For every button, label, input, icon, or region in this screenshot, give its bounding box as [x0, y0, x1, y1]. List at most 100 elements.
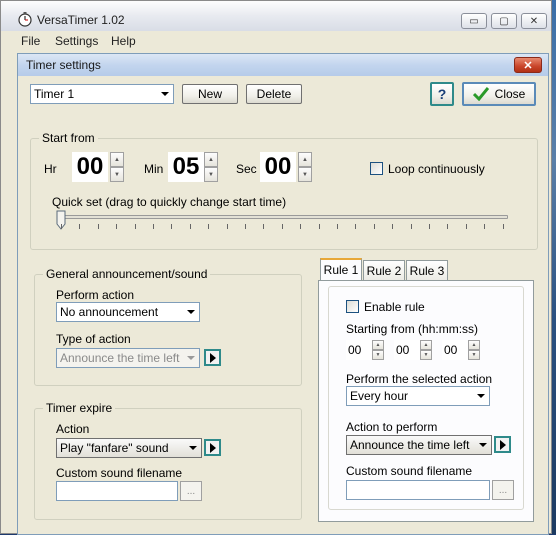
down-arrow-icon[interactable]: ▼ — [298, 167, 312, 182]
slider-tick — [300, 224, 302, 229]
up-arrow-icon[interactable]: ▲ — [204, 152, 218, 167]
slider-tick — [373, 224, 375, 229]
new-button[interactable]: New — [182, 84, 238, 104]
quickset-label: Quick set (drag to quickly change start … — [52, 195, 287, 209]
timer-select-value: Timer 1 — [34, 87, 75, 101]
quickset-track[interactable] — [58, 215, 508, 219]
menu-help[interactable]: Help — [111, 34, 136, 48]
loop-checkbox[interactable] — [370, 162, 383, 175]
enable-rule-checkbox[interactable] — [346, 300, 359, 313]
chevron-down-icon — [161, 92, 169, 96]
rule-hours-field[interactable]: 00 — [346, 340, 372, 360]
expire-action-value: Play "fanfare" sound — [60, 441, 169, 455]
slider-tick — [226, 224, 228, 229]
expire-action-label: Action — [56, 422, 90, 436]
perform-action-label: Perform action — [56, 288, 135, 302]
rule-action-label: Action to perform — [346, 420, 438, 434]
slider-tick — [318, 224, 320, 229]
rule-minutes-field[interactable]: 00 — [394, 340, 420, 360]
up-arrow-icon[interactable]: ▲ — [420, 340, 432, 350]
menu-settings[interactable]: Settings — [55, 34, 98, 48]
type-of-action-select[interactable]: Announce the time left — [56, 348, 200, 368]
enable-rule-label: Enable rule — [364, 300, 425, 314]
rule-seconds-field[interactable]: 00 — [442, 340, 468, 360]
hours-stepper[interactable]: ▲ ▼ — [110, 152, 124, 182]
chevron-down-icon — [479, 443, 487, 447]
rule-play-button[interactable] — [494, 436, 511, 453]
help-button[interactable]: ? — [430, 82, 454, 106]
rule-seconds-stepper[interactable]: ▲ ▼ — [468, 340, 480, 360]
perform-action-value: No announcement — [60, 305, 159, 319]
slider-tick — [410, 224, 412, 229]
menu-file[interactable]: File — [21, 34, 40, 48]
slider-tick — [465, 224, 467, 229]
up-arrow-icon[interactable]: ▲ — [298, 152, 312, 167]
rule-action-select[interactable]: Announce the time left — [346, 435, 492, 455]
down-arrow-icon[interactable]: ▼ — [204, 167, 218, 182]
slider-tick — [447, 224, 449, 229]
rule-browse-button[interactable]: ... — [492, 480, 514, 500]
up-arrow-icon[interactable]: ▲ — [468, 340, 480, 350]
slider-tick — [245, 224, 246, 229]
expire-browse-button[interactable]: ... — [180, 481, 202, 501]
slider-tick — [97, 224, 99, 229]
help-icon: ? — [437, 86, 447, 102]
slider-tick — [281, 224, 283, 229]
up-arrow-icon[interactable]: ▲ — [372, 340, 384, 350]
slider-tick — [134, 224, 136, 229]
perform-action-select[interactable]: No announcement — [56, 302, 200, 322]
general-title: General announcement/sound — [43, 267, 211, 281]
rule-perform-value: Every hour — [350, 389, 409, 403]
down-arrow-icon[interactable]: ▼ — [468, 350, 480, 360]
maximize-button[interactable]: ▢ — [491, 13, 517, 29]
slider-tick — [61, 224, 62, 229]
slider-tick — [208, 224, 210, 229]
close-dialog-button[interactable]: Close — [462, 82, 536, 106]
minutes-field[interactable]: 05 — [168, 152, 204, 182]
timer-expire-title: Timer expire — [43, 401, 116, 415]
down-arrow-icon[interactable]: ▼ — [110, 167, 124, 182]
play-preview-button[interactable] — [204, 349, 221, 366]
min-label: Min — [144, 162, 164, 176]
rule-perform-label: Perform the selected action — [346, 372, 493, 386]
rule-sound-label: Custom sound filename — [346, 464, 473, 478]
play-sound-button[interactable] — [204, 439, 221, 456]
chevron-down-icon — [477, 394, 485, 398]
timer-select[interactable]: Timer 1 — [30, 84, 174, 104]
seconds-field[interactable]: 00 — [260, 152, 296, 182]
tab-rule-1[interactable]: Rule 1 — [320, 258, 362, 280]
tab-rule-2[interactable]: Rule 2 — [363, 260, 405, 280]
hours-field[interactable]: 00 — [72, 152, 108, 182]
slider-tick — [116, 224, 118, 229]
menu-bar: File Settings Help — [1, 31, 551, 51]
minimize-button[interactable]: ▭ — [461, 13, 487, 29]
dialog-title-bar[interactable]: Timer settings ✕ — [18, 54, 548, 76]
checkmark-icon — [472, 87, 489, 101]
start-from-title: Start from — [39, 131, 98, 145]
tab-rule-3[interactable]: Rule 3 — [406, 260, 448, 280]
minutes-stepper[interactable]: ▲ ▼ — [204, 152, 218, 182]
rule-minutes-stepper[interactable]: ▲ ▼ — [420, 340, 432, 360]
chevron-down-icon — [189, 446, 197, 450]
dialog-close-button[interactable]: ✕ — [514, 57, 542, 73]
close-button[interactable]: ✕ — [521, 13, 547, 29]
rule-hours-stepper[interactable]: ▲ ▼ — [372, 340, 384, 360]
down-arrow-icon[interactable]: ▼ — [420, 350, 432, 360]
rule-perform-select[interactable]: Every hour — [346, 386, 490, 406]
type-of-action-value: Announce the time left — [60, 351, 180, 365]
seconds-stepper[interactable]: ▲ ▼ — [298, 152, 312, 182]
chevron-down-icon — [187, 356, 195, 360]
rule-sound-input[interactable] — [346, 480, 490, 500]
expire-sound-label: Custom sound filename — [56, 466, 183, 480]
delete-button[interactable]: Delete — [246, 84, 302, 104]
up-arrow-icon[interactable]: ▲ — [110, 152, 124, 167]
expire-sound-input[interactable] — [56, 481, 178, 501]
down-arrow-icon[interactable]: ▼ — [372, 350, 384, 360]
main-title-bar[interactable]: VersaTimer 1.02 ▭ ▢ ✕ — [1, 1, 551, 31]
hr-label: Hr — [44, 162, 57, 176]
slider-tick — [79, 224, 81, 229]
slider-tick — [171, 224, 173, 229]
slider-tick — [337, 224, 338, 229]
slider-tick — [484, 224, 486, 229]
expire-action-select[interactable]: Play "fanfare" sound — [56, 438, 202, 458]
